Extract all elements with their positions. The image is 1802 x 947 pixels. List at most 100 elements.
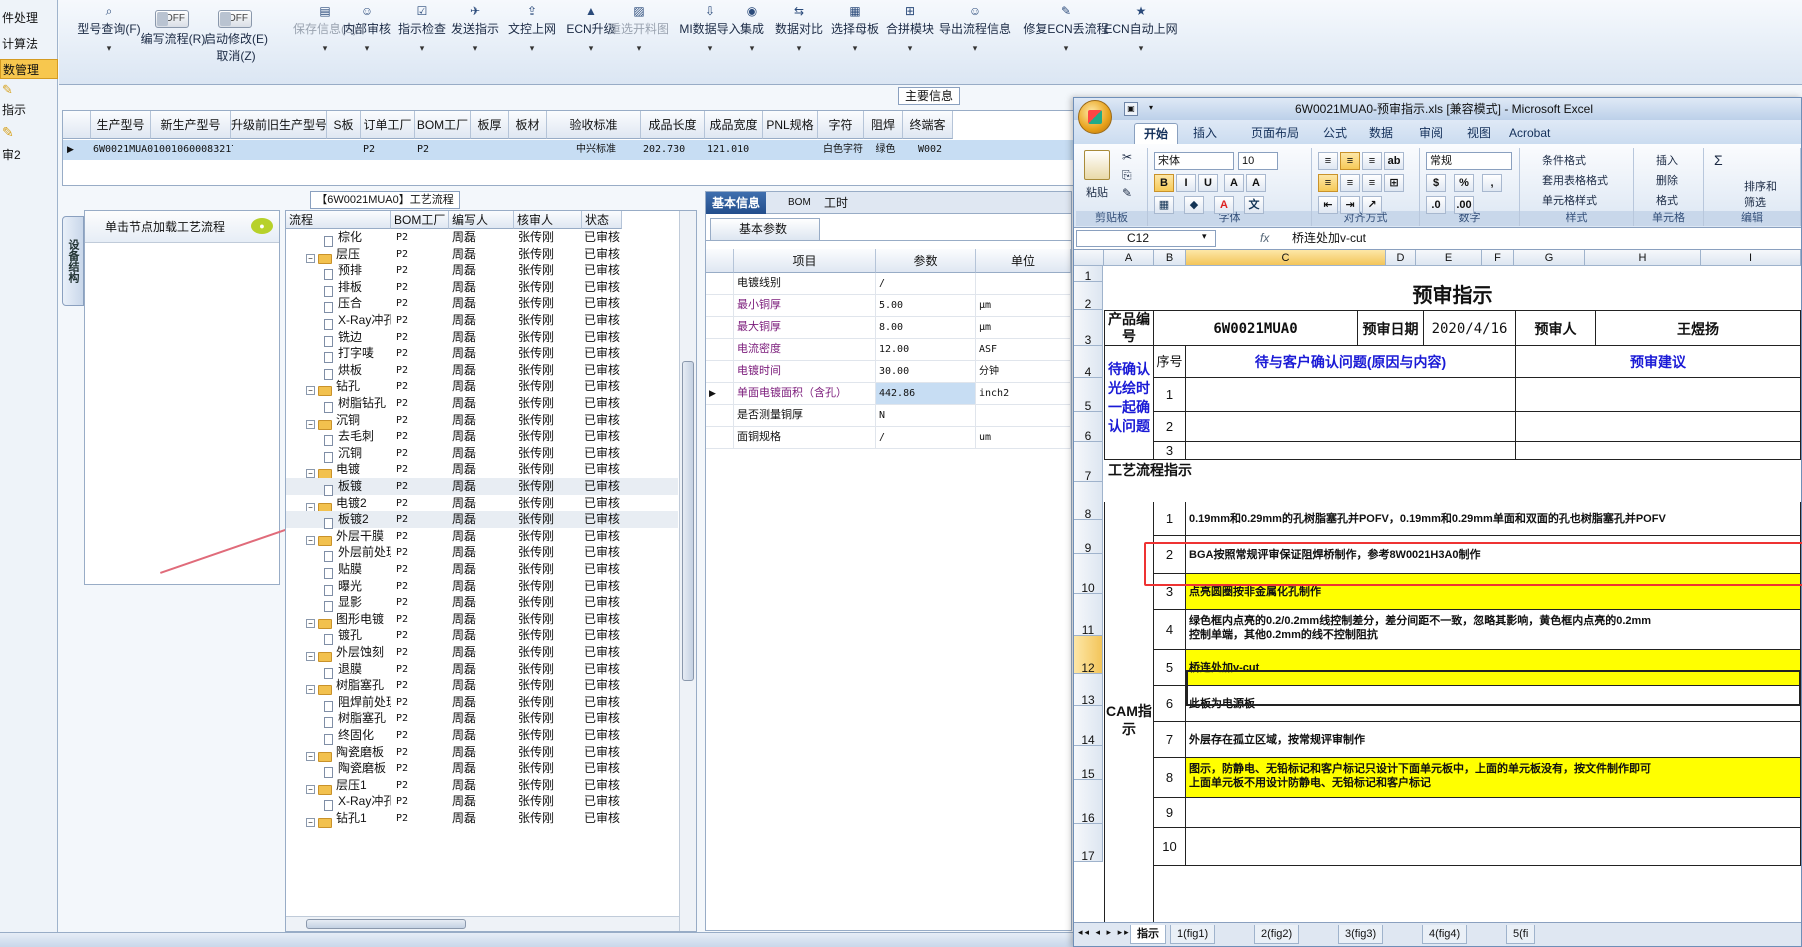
underline-icon[interactable]: U bbox=[1198, 174, 1218, 192]
param-value[interactable]: 5.00 bbox=[876, 295, 976, 316]
number-format-icon[interactable]: $ bbox=[1426, 174, 1446, 192]
issue-label[interactable]: 待与客户确认问题(原因与内容) bbox=[1186, 346, 1516, 378]
fx-icon[interactable]: fx bbox=[1260, 231, 1269, 245]
column-header[interactable]: C bbox=[1186, 250, 1386, 266]
column-header[interactable]: PNL规格 bbox=[763, 111, 818, 139]
column-header[interactable]: 核审人 bbox=[514, 211, 582, 229]
advice-label[interactable]: 预审建议 bbox=[1516, 346, 1801, 378]
scroll-thumb[interactable] bbox=[306, 919, 466, 929]
grid-cell[interactable]: W002 bbox=[905, 140, 955, 160]
shrink-font-icon[interactable]: A bbox=[1246, 174, 1266, 192]
paste-button[interactable]: 粘贴 bbox=[1086, 184, 1108, 200]
tree-row[interactable]: 铣边 P2 周磊 张传刚 已审核 bbox=[286, 329, 678, 347]
tree-row[interactable]: 打字唛 P2 周磊 张传刚 已审核 bbox=[286, 345, 678, 364]
tree-row[interactable]: − 钻孔 P2 周磊 张传刚 已审核 bbox=[286, 378, 678, 397]
tree-row[interactable]: 贴膜 P2 周磊 张传刚 已审核 bbox=[286, 561, 678, 579]
tree-vertical-scrollbar[interactable] bbox=[679, 211, 696, 931]
tree-row[interactable]: − 图形电镀 P2 周磊 张传刚 已审核 bbox=[286, 611, 678, 629]
grid-cell[interactable]: 中兴标准 bbox=[549, 140, 643, 160]
tree-row[interactable]: − 沉铜 P2 周磊 张传刚 已审核 bbox=[286, 412, 678, 430]
ribbon-button-12[interactable]: ⇆ 数据对比 ▾ bbox=[770, 4, 828, 78]
cut-icon[interactable]: ✂ bbox=[1122, 150, 1132, 164]
copy-icon[interactable]: ⎘ bbox=[1122, 168, 1132, 183]
align-left-icon[interactable]: ≡ bbox=[1318, 174, 1338, 192]
tree-row[interactable]: 镀孔 P2 周磊 张传刚 已审核 bbox=[286, 627, 678, 646]
tree-row[interactable]: 去毛刺 P2 周磊 张传刚 已审核 bbox=[286, 428, 678, 447]
param-value[interactable]: / bbox=[876, 273, 976, 294]
italic-icon[interactable]: I bbox=[1176, 174, 1196, 192]
row-header[interactable]: 17 bbox=[1074, 824, 1103, 863]
tree-row[interactable]: − 钻孔1 P2 周磊 张传刚 已审核 bbox=[286, 810, 678, 828]
edit-button[interactable]: 排序和 bbox=[1744, 178, 1777, 194]
tree-row[interactable]: 陶瓷磨板 P2 周磊 张传刚 已审核 bbox=[286, 760, 678, 779]
sheet-tab[interactable]: 5(fi bbox=[1506, 925, 1536, 944]
cell-button[interactable]: 格式 bbox=[1656, 192, 1678, 208]
row-header[interactable]: 5 bbox=[1074, 378, 1103, 413]
edit-button[interactable]: 筛选 bbox=[1744, 194, 1766, 210]
column-header-unit[interactable]: 单位 bbox=[976, 249, 1071, 273]
chevron-down-icon[interactable]: ▾ bbox=[1144, 102, 1158, 116]
cell-button[interactable]: 删除 bbox=[1656, 172, 1678, 188]
column-header[interactable]: 状态 bbox=[582, 211, 622, 229]
ribbon-button-17[interactable]: ★ ECN自动上网 ▾ bbox=[1094, 4, 1188, 78]
excel-tab[interactable]: 公式 bbox=[1314, 123, 1356, 144]
tree-row[interactable]: − 电镀2 P2 周磊 张传刚 已审核 bbox=[286, 495, 678, 513]
row-header[interactable]: 10 bbox=[1074, 554, 1103, 595]
select-all[interactable] bbox=[1074, 250, 1104, 266]
column-header[interactable]: BOM工厂 bbox=[415, 111, 471, 139]
cam-instruction-cell[interactable]: 图示，防静电、无铅标记和客户标记只设计下面单元板中，上面的单元板没有，按文件制作… bbox=[1186, 758, 1801, 798]
sum-icon[interactable]: Σ bbox=[1714, 152, 1723, 168]
column-header-item[interactable]: 项目 bbox=[734, 249, 876, 273]
bold-icon[interactable]: B bbox=[1154, 174, 1174, 192]
tree-row[interactable]: − 外层蚀刻 P2 周磊 张传刚 已审核 bbox=[286, 644, 678, 662]
row-header[interactable]: 3 bbox=[1074, 310, 1103, 347]
cam-seq-cell[interactable]: 4 bbox=[1154, 610, 1186, 650]
ribbon-button-2[interactable]: OFF 启动修改(E) 取消(Z) bbox=[197, 4, 275, 78]
cam-seq-cell[interactable]: 8 bbox=[1154, 758, 1186, 798]
column-header[interactable]: 终端客 bbox=[903, 111, 953, 139]
param-value[interactable]: / bbox=[876, 427, 976, 448]
style-button[interactable]: 套用表格格式 bbox=[1542, 172, 1608, 188]
advice-cell[interactable] bbox=[1516, 412, 1801, 442]
process-label[interactable]: 工艺流程指示 bbox=[1104, 460, 1196, 502]
column-header[interactable]: 成品长度 bbox=[641, 111, 705, 139]
confirm-label[interactable]: 待确认光绘时一起确认问题 bbox=[1104, 346, 1154, 460]
sheet-nav-icons[interactable]: ◂◂ ◂ ▸ ▸▸ bbox=[1078, 927, 1131, 938]
ribbon-button-7[interactable]: ⇪ 文控上网 ▾ bbox=[503, 4, 561, 78]
seq-cell[interactable]: 1 bbox=[1154, 378, 1186, 412]
param-row[interactable]: ▶ 单面电镀面积（含孔） 442.86 inch2 bbox=[706, 383, 1071, 405]
tree-row[interactable]: − 层压1 P2 周磊 张传刚 已审核 bbox=[286, 777, 678, 795]
number-format-select[interactable]: 常规 bbox=[1426, 152, 1512, 170]
param-value[interactable]: 8.00 bbox=[876, 317, 976, 338]
grid-cell[interactable]: P2 bbox=[417, 140, 473, 160]
align-top-icon[interactable]: ≡ bbox=[1362, 152, 1382, 170]
tree-row[interactable]: 显影 P2 周磊 张传刚 已审核 bbox=[286, 594, 678, 613]
excel-tab[interactable]: 插入 bbox=[1184, 123, 1226, 144]
row-header[interactable]: 4 bbox=[1074, 346, 1103, 379]
cam-seq-cell[interactable]: 7 bbox=[1154, 722, 1186, 758]
param-row[interactable]: 面铜规格 / um bbox=[706, 427, 1071, 449]
selected-cell-outline[interactable] bbox=[1186, 670, 1801, 706]
column-header[interactable]: S板 bbox=[327, 111, 361, 139]
save-icon[interactable]: ▣ bbox=[1124, 102, 1138, 116]
align-top-icon[interactable]: ≡ bbox=[1318, 152, 1338, 170]
font-color-icon[interactable]: A bbox=[1214, 196, 1234, 214]
nav-item-process[interactable]: 件处理 bbox=[0, 8, 58, 28]
ribbon-button-4[interactable]: ☺ 内部审核 ▾ bbox=[338, 4, 396, 78]
tree-row[interactable]: 终固化 P2 周磊 张传刚 已审核 bbox=[286, 727, 678, 745]
tree-row[interactable]: − 电镀 P2 周磊 张传刚 已审核 bbox=[286, 461, 678, 480]
indent-icon[interactable]: ⇤ bbox=[1318, 196, 1338, 214]
cam-seq-cell[interactable]: 6 bbox=[1154, 686, 1186, 722]
cam-instruction-cell[interactable] bbox=[1186, 828, 1801, 866]
grid-cell[interactable]: 绿色 bbox=[866, 140, 905, 160]
number-format-icon[interactable]: .0 bbox=[1426, 196, 1446, 214]
column-header[interactable]: B bbox=[1154, 250, 1186, 266]
indent-icon[interactable]: ⇥ bbox=[1340, 196, 1360, 214]
expand-icon[interactable]: − bbox=[306, 818, 315, 827]
row-header[interactable]: 6 bbox=[1074, 412, 1103, 443]
grid-cell[interactable]: 10010600083217 bbox=[153, 140, 233, 160]
grid-cell[interactable] bbox=[765, 140, 820, 160]
cam-seq-cell[interactable]: 1 bbox=[1154, 502, 1186, 536]
phonetic-icon[interactable]: 文 bbox=[1244, 196, 1264, 214]
number-format-icon[interactable]: .00 bbox=[1454, 196, 1474, 214]
